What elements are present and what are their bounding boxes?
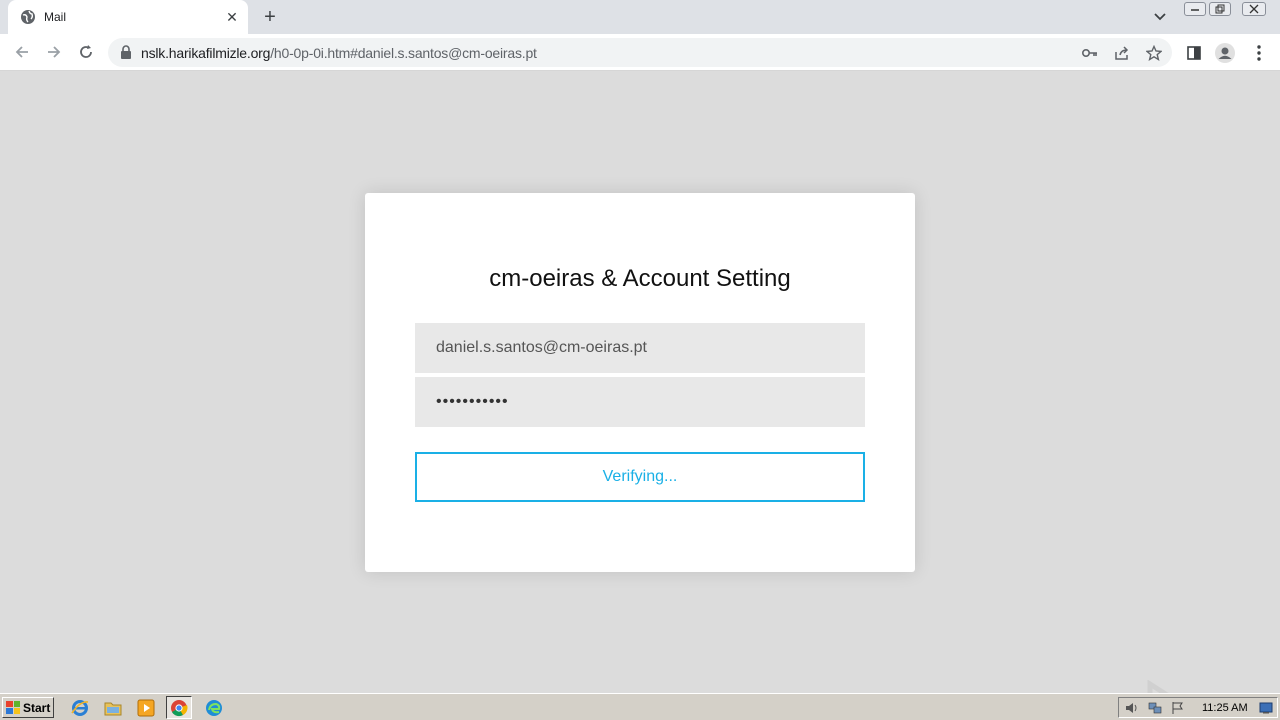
close-window-button[interactable] <box>1242 2 1266 16</box>
side-panel-icon[interactable] <box>1183 42 1205 64</box>
verify-button[interactable]: Verifying... <box>415 452 865 502</box>
system-tray: 11:25 AM <box>1118 697 1278 718</box>
back-arrow-icon[interactable] <box>10 40 34 64</box>
globe-icon <box>20 9 36 25</box>
password-field[interactable]: ••••••••••• <box>415 377 865 427</box>
minimize-button[interactable] <box>1184 2 1206 16</box>
windows-logo-icon <box>6 701 20 714</box>
key-icon[interactable] <box>1081 44 1099 62</box>
tab-title: Mail <box>44 10 67 24</box>
volume-icon[interactable] <box>1124 700 1140 716</box>
email-field[interactable]: daniel.s.santos@cm-oeiras.pt <box>415 323 865 373</box>
media-player-icon[interactable] <box>133 696 159 719</box>
kebab-menu-icon[interactable] <box>1248 42 1270 64</box>
forward-arrow-icon[interactable] <box>42 40 66 64</box>
page-viewport: cm-oeiras & Account Setting daniel.s.san… <box>0 71 1280 720</box>
start-label: Start <box>23 700 51 715</box>
chrome-icon[interactable] <box>166 696 192 719</box>
start-button[interactable]: Start <box>2 697 54 718</box>
taskbar: Start 11:25 AM <box>0 693 1280 720</box>
reload-icon[interactable] <box>74 40 98 64</box>
url-text[interactable]: nslk.harikafilmizle.org/h0-0p-0i.htm#dan… <box>141 45 537 61</box>
network-icon[interactable] <box>1147 700 1163 716</box>
chevron-down-icon[interactable] <box>1150 8 1170 26</box>
new-tab-button[interactable]: + <box>258 6 282 28</box>
show-desktop-icon[interactable] <box>1258 700 1274 716</box>
lock-icon[interactable] <box>120 45 132 59</box>
address-bar[interactable]: nslk.harikafilmizle.org/h0-0p-0i.htm#dan… <box>108 38 1172 67</box>
star-icon[interactable] <box>1145 44 1163 62</box>
flag-icon[interactable] <box>1170 700 1186 716</box>
tab-mail[interactable]: Mail ✕ <box>8 0 248 34</box>
url-host: nslk.harikafilmizle.org <box>141 45 271 61</box>
url-path: /h0-0p-0i.htm#daniel.s.santos@cm-oeiras.… <box>270 45 537 61</box>
ie-icon[interactable] <box>67 696 93 719</box>
login-card: cm-oeiras & Account Setting daniel.s.san… <box>365 193 915 572</box>
browser-toolbar: nslk.harikafilmizle.org/h0-0p-0i.htm#dan… <box>0 34 1280 71</box>
profile-avatar-icon[interactable] <box>1214 42 1236 64</box>
edge-icon[interactable] <box>201 696 227 719</box>
clock: 11:25 AM <box>1202 702 1248 714</box>
close-tab-icon[interactable]: ✕ <box>222 7 242 27</box>
restore-button[interactable] <box>1209 2 1231 16</box>
card-title: cm-oeiras & Account Setting <box>489 265 791 292</box>
share-icon[interactable] <box>1113 44 1131 62</box>
folder-icon[interactable] <box>100 696 126 719</box>
tab-strip: Mail ✕ + <box>0 0 1280 34</box>
